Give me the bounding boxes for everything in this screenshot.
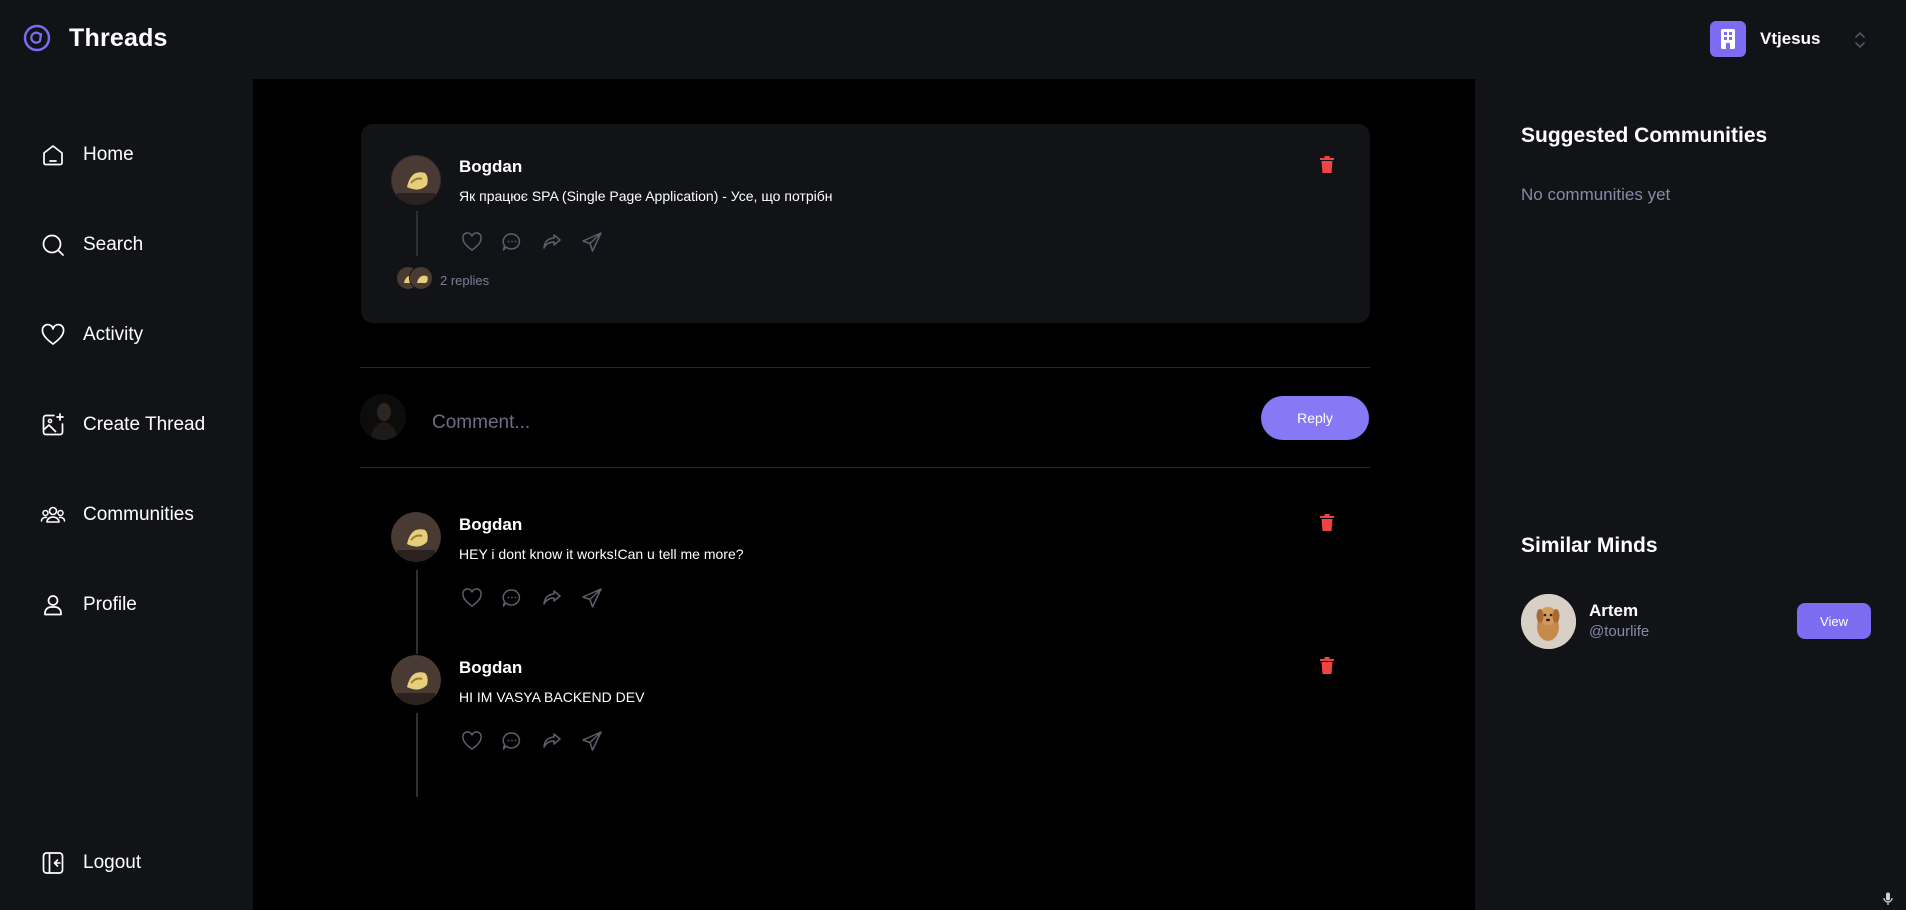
logout-label: Logout: [83, 852, 142, 873]
trash-icon[interactable]: [1319, 156, 1335, 174]
sidebar-item-label: Activity: [83, 324, 144, 345]
sidebar-item-label: Home: [83, 144, 134, 165]
author-name[interactable]: Bogdan: [459, 157, 522, 177]
similar-minds-title: Similar Minds: [1521, 534, 1658, 557]
sidebar-item-profile[interactable]: Profile: [40, 588, 137, 622]
user-avatar[interactable]: [1521, 594, 1576, 649]
suggested-communities-title: Suggested Communities: [1521, 124, 1768, 147]
sidebar-item-communities[interactable]: Communities: [40, 498, 194, 532]
suggested-communities-empty: No communities yet: [1521, 185, 1671, 204]
author-avatar[interactable]: [391, 655, 441, 705]
sidebar-item-create-thread[interactable]: Create Thread: [40, 408, 205, 442]
threads-logo-icon[interactable]: [22, 23, 52, 53]
top-bar: Threads Vtjesus: [0, 0, 1906, 79]
logout-button[interactable]: Logout: [40, 846, 141, 880]
thread-text: Як працює SPA (Single Page Application) …: [459, 188, 833, 204]
sidebar-item-label: Communities: [83, 504, 194, 525]
organization-name: Vtjesus: [1760, 29, 1821, 48]
repost-icon[interactable]: [540, 586, 564, 610]
send-icon[interactable]: [580, 729, 604, 753]
reply-actions: [460, 729, 604, 753]
send-icon[interactable]: [580, 230, 604, 254]
logout-icon: [42, 852, 64, 874]
sidebar-item-label: Create Thread: [83, 414, 206, 435]
reply-button[interactable]: Reply: [1261, 396, 1369, 440]
reply-avatar: [409, 266, 433, 290]
image-plus-icon: [42, 413, 64, 436]
right-sidebar: Suggested Communities No communities yet…: [1475, 79, 1906, 910]
repost-icon[interactable]: [540, 729, 564, 753]
app-title[interactable]: Threads: [69, 24, 168, 53]
microphone-icon[interactable]: [1882, 892, 1894, 906]
author-name[interactable]: Bogdan: [459, 658, 522, 678]
thread-line: [416, 713, 418, 797]
users-icon: [40, 506, 66, 523]
trash-icon[interactable]: [1319, 657, 1335, 675]
thread-line: [416, 570, 418, 654]
send-icon[interactable]: [580, 586, 604, 610]
heart-icon: [41, 323, 65, 345]
thread-actions: [460, 230, 604, 254]
replies-count[interactable]: 2 replies: [440, 273, 489, 288]
reply-icon[interactable]: [500, 230, 524, 254]
sidebar-item-label: Profile: [83, 594, 137, 615]
heart-icon[interactable]: [460, 729, 484, 753]
reply-text: HI IM VASYA BACKEND DEV: [459, 689, 645, 705]
building-icon: [1710, 21, 1746, 57]
heart-icon[interactable]: [460, 586, 484, 610]
divider: [360, 367, 1370, 368]
thread-card: Bogdan Як працює SPA (Single Page Applic…: [361, 124, 1370, 323]
reply-icon[interactable]: [500, 729, 524, 753]
heart-icon[interactable]: [460, 230, 484, 254]
comment-input[interactable]: [432, 408, 992, 438]
organization-switcher[interactable]: Vtjesus: [1710, 20, 1820, 58]
sidebar-item-search[interactable]: Search: [40, 228, 143, 262]
user-icon: [44, 595, 62, 616]
reply-icon[interactable]: [500, 586, 524, 610]
user-name[interactable]: Artem: [1589, 601, 1638, 621]
sidebar-item-home[interactable]: Home: [40, 138, 134, 172]
sidebar-item-label: Search: [83, 234, 144, 255]
reply-text: HEY i dont know it works!Can u tell me m…: [459, 546, 744, 562]
author-name[interactable]: Bogdan: [459, 515, 522, 535]
divider: [360, 467, 1370, 468]
current-user-avatar: [360, 394, 406, 440]
view-profile-button[interactable]: View: [1797, 603, 1871, 639]
author-avatar[interactable]: [391, 512, 441, 562]
left-sidebar: Home Search Activity Create Thread Commu…: [0, 79, 253, 910]
user-handle: @tourlife: [1589, 623, 1650, 640]
author-avatar[interactable]: [391, 155, 441, 205]
search-icon: [42, 234, 64, 256]
sidebar-item-activity[interactable]: Activity: [40, 318, 143, 352]
trash-icon[interactable]: [1319, 514, 1335, 532]
thread-line: [416, 211, 418, 256]
repost-icon[interactable]: [540, 230, 564, 254]
home-icon: [43, 145, 63, 166]
reply-actions: [460, 586, 604, 610]
chevron-up-down-icon[interactable]: [1852, 28, 1868, 52]
